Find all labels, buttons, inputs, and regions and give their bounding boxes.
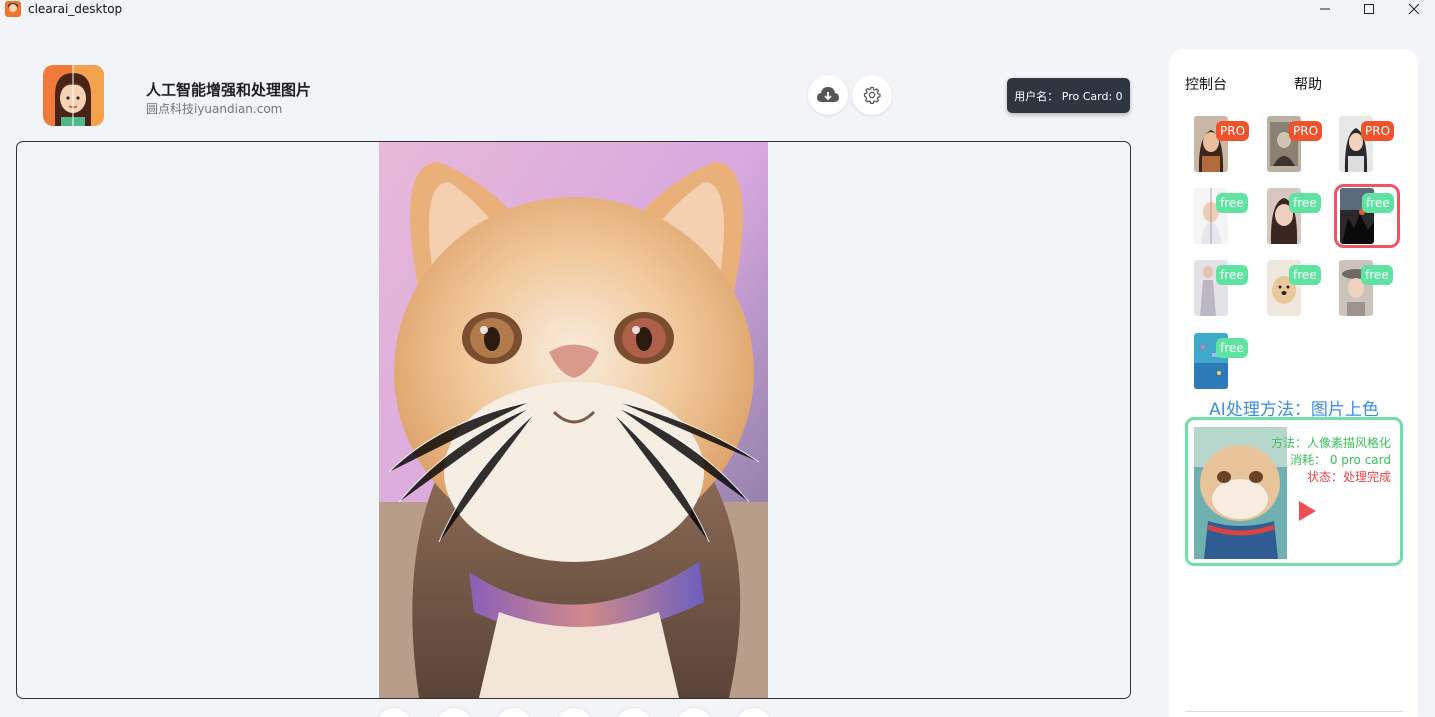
app-name: 人工智能增强和处理图片 <box>146 81 312 99</box>
free-badge: free <box>1289 193 1321 213</box>
gear-icon <box>863 86 881 104</box>
toolbar-button[interactable] <box>676 708 712 717</box>
method-card[interactable]: 方法：人像素描风格化 消耗： 0 pro card 状态：处理完成 <box>1185 417 1403 566</box>
app-logo <box>43 65 104 126</box>
close-button[interactable] <box>1391 0 1435 18</box>
tool-face-retouch[interactable]: free <box>1267 188 1321 244</box>
maximize-button[interactable] <box>1346 0 1392 18</box>
free-badge: free <box>1216 193 1248 213</box>
play-icon[interactable] <box>1296 500 1318 522</box>
free-badge: free <box>1362 193 1394 213</box>
toolbar-button[interactable] <box>556 708 592 717</box>
free-badge: free <box>1216 338 1248 358</box>
image-viewer[interactable] <box>16 141 1131 699</box>
tab-help[interactable]: 帮助 <box>1294 74 1322 94</box>
tool-portrait-split[interactable]: PRO <box>1339 116 1395 172</box>
bottom-toolbar <box>0 708 1150 717</box>
tool-colorize[interactable]: free <box>1334 184 1400 248</box>
tool-old-photo[interactable]: PRO <box>1267 116 1323 172</box>
free-badge: free <box>1216 265 1248 285</box>
tool-fullbody[interactable]: free <box>1194 260 1248 316</box>
pro-badge: PRO <box>1216 121 1250 141</box>
tab-console[interactable]: 控制台 <box>1185 74 1227 94</box>
toolbar-button[interactable] <box>616 708 652 717</box>
maximize-icon <box>1364 4 1374 14</box>
minimize-button[interactable] <box>1302 0 1348 18</box>
close-icon <box>1408 3 1420 15</box>
tool-anime[interactable]: free <box>1194 333 1248 389</box>
free-badge: free <box>1289 265 1321 285</box>
tool-dog[interactable]: free <box>1267 260 1321 316</box>
cloud-download-icon <box>817 87 839 102</box>
settings-button[interactable] <box>852 75 892 115</box>
toolbar-button[interactable] <box>736 708 772 717</box>
toolbar-button[interactable] <box>496 708 532 717</box>
tool-woman-hat[interactable]: free <box>1339 260 1393 316</box>
cost-text: 消耗： 0 pro card <box>1290 453 1391 467</box>
status-text: 状态：处理完成 <box>1306 470 1391 484</box>
app-subtitle: 圆点科技iyuandian.com <box>146 102 283 116</box>
free-badge: free <box>1361 265 1393 285</box>
app-icon <box>5 1 21 17</box>
method-text: 方法：人像素描风格化 <box>1270 436 1391 450</box>
panel-divider <box>1185 711 1403 712</box>
user-badge[interactable]: 用户名： Pro Card: 0 <box>1007 78 1130 113</box>
main-photo <box>379 142 768 698</box>
download-button[interactable] <box>808 75 848 115</box>
title-bar: clearai_desktop <box>0 0 1435 18</box>
toolbar-button[interactable] <box>436 708 472 717</box>
pro-badge: PRO <box>1361 121 1395 141</box>
window-title: clearai_desktop <box>28 2 123 16</box>
minimize-icon <box>1320 8 1330 10</box>
tool-portrait-woman[interactable]: PRO <box>1194 116 1250 172</box>
toolbar-button[interactable] <box>376 708 412 717</box>
tool-sketch-portrait[interactable]: free <box>1194 188 1248 244</box>
pro-badge: PRO <box>1289 121 1323 141</box>
